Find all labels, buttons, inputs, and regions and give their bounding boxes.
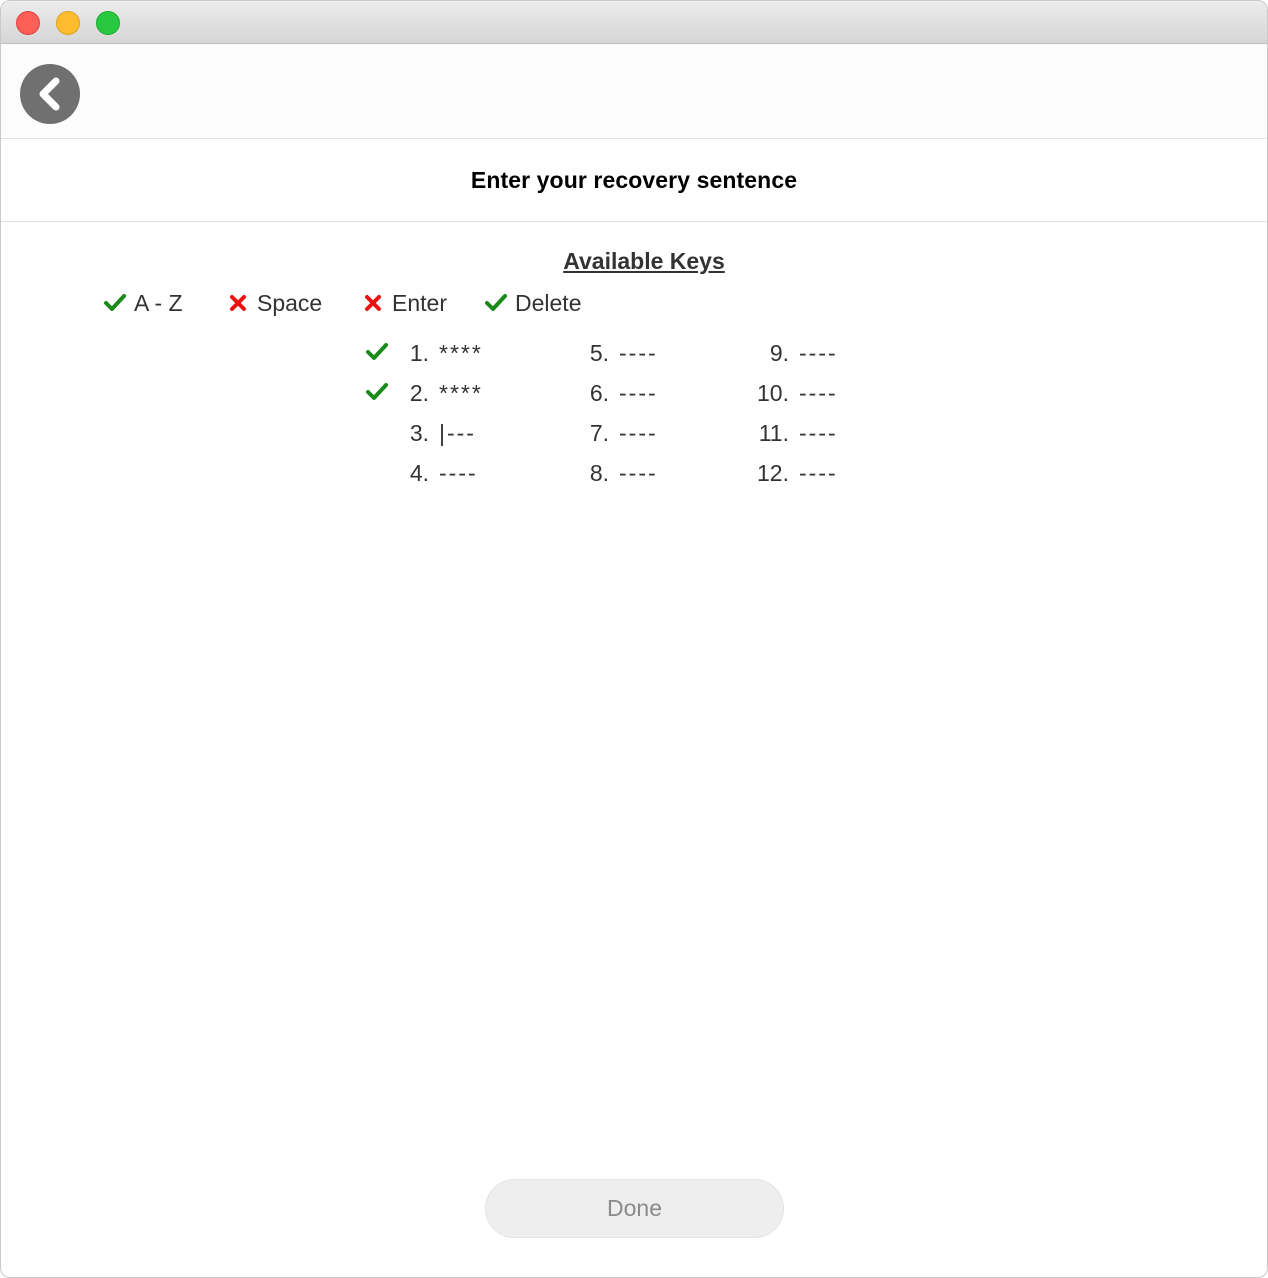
word-slot-3[interactable]: 3. |--- bbox=[401, 418, 476, 448]
word-slot-11[interactable]: 11. ---- bbox=[749, 418, 838, 448]
key-item-a-z: A - Z bbox=[104, 288, 183, 318]
page-header: Enter your recovery sentence bbox=[1, 139, 1267, 222]
word-slot-1[interactable]: 1. **** bbox=[401, 338, 483, 368]
check-icon bbox=[366, 343, 388, 360]
app-window: Enter your recovery sentence Available K… bbox=[0, 0, 1268, 1278]
word-slot-8[interactable]: 8. ---- bbox=[581, 458, 658, 488]
window-minimize-button[interactable] bbox=[56, 11, 80, 35]
key-label: Space bbox=[257, 289, 323, 316]
window-zoom-button[interactable] bbox=[96, 11, 120, 35]
word-slot-5[interactable]: 5. ---- bbox=[581, 338, 658, 368]
window-close-button[interactable] bbox=[16, 11, 40, 35]
available-keys-heading: Available Keys bbox=[563, 248, 725, 274]
key-item-space: Space bbox=[227, 288, 322, 318]
word-slot-2[interactable]: 2. **** bbox=[401, 378, 483, 408]
page-title: Enter your recovery sentence bbox=[470, 166, 798, 193]
title-bar bbox=[1, 1, 1267, 44]
check-icon bbox=[485, 292, 507, 314]
word-slot-4[interactable]: 4. ---- bbox=[401, 458, 478, 488]
word-slot-6[interactable]: 6. ---- bbox=[581, 378, 658, 408]
check-icon bbox=[104, 292, 126, 314]
navigation-bar bbox=[1, 44, 1267, 139]
check-icon bbox=[366, 383, 388, 400]
back-button[interactable] bbox=[20, 64, 80, 124]
key-label: A - Z bbox=[134, 289, 183, 316]
word-slot-10[interactable]: 10. ---- bbox=[749, 378, 838, 408]
chevron-left-icon bbox=[39, 77, 60, 111]
key-label: Enter bbox=[392, 289, 447, 316]
key-item-delete: Delete bbox=[485, 288, 581, 318]
done-button[interactable]: Done bbox=[485, 1179, 784, 1238]
cross-icon bbox=[362, 292, 384, 314]
key-label: Delete bbox=[515, 289, 582, 316]
word-slot-7[interactable]: 7. ---- bbox=[581, 418, 658, 448]
word-slot-9[interactable]: 9. ---- bbox=[749, 338, 838, 368]
word-slot-12[interactable]: 12. ---- bbox=[749, 458, 838, 488]
cross-icon bbox=[227, 292, 249, 314]
key-item-enter: Enter bbox=[362, 288, 447, 318]
